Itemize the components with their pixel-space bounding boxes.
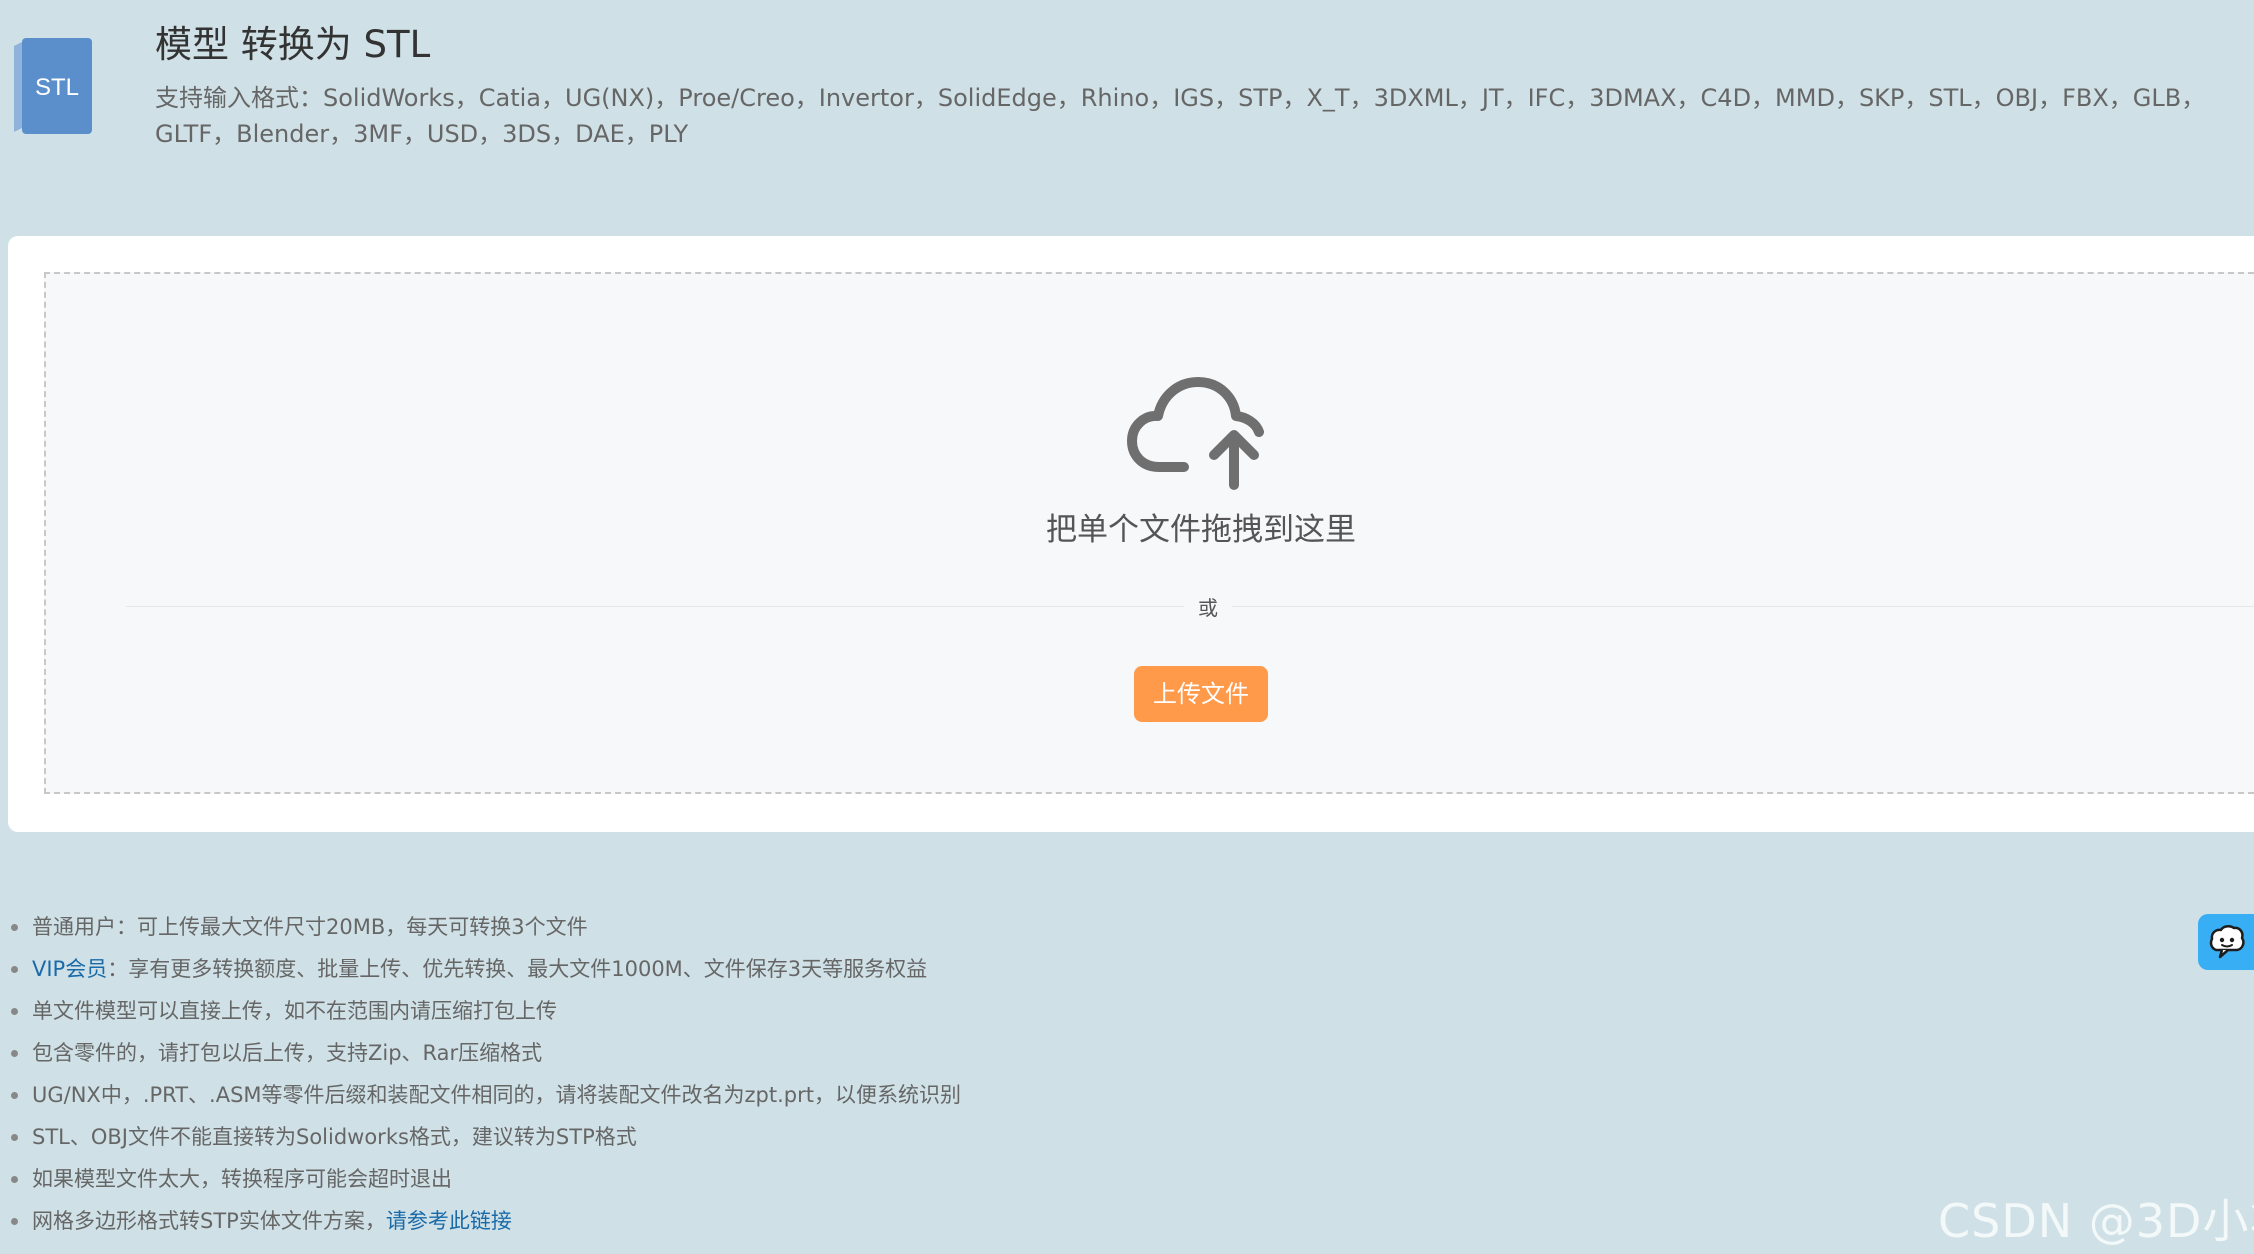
list-item: VIP会员：享有更多转换额度、批量上传、优先转换、最大文件1000M、文件保存3… (0, 948, 961, 990)
list-item: 网格多边形格式转STP实体文件方案，请参考此链接 (0, 1200, 961, 1242)
drop-text: 把单个文件拖拽到这里 (1046, 512, 1356, 548)
stl-file-icon: STL (8, 34, 98, 144)
file-drop-zone[interactable]: 把单个文件拖拽到这里 或 上传文件 (44, 272, 2254, 794)
chat-bot-icon (2209, 925, 2245, 959)
list-item: 包含零件的，请打包以后上传，支持Zip、Rar压缩格式 (0, 1032, 961, 1074)
reference-link[interactable]: 请参考此链接 (386, 1209, 512, 1233)
info-list: 普通用户：可上传最大文件尺寸20MB，每天可转换3个文件 VIP会员：享有更多转… (0, 906, 961, 1242)
list-item: UG/NX中，.PRT、.ASM等零件后缀和装配文件相同的，请将装配文件改名为z… (0, 1074, 961, 1116)
list-item: 单文件模型可以直接上传，如不在范围内请压缩打包上传 (0, 990, 961, 1032)
page-header: STL 模型 转换为 STL 支持输入格式：SolidWorks，Catia，U… (0, 0, 2254, 220)
list-item: 如果模型文件太大，转换程序可能会超时退出 (0, 1158, 961, 1200)
cloud-upload-icon (1126, 374, 1276, 494)
page-title: 模型 转换为 STL (155, 23, 431, 66)
watermark: CSDN @3D小将 (1938, 1194, 2254, 1248)
logo-text: STL (35, 74, 79, 101)
upload-card: 把单个文件拖拽到这里 或 上传文件 (8, 236, 2254, 832)
vip-member-link[interactable]: VIP会员 (32, 957, 107, 981)
list-item: 普通用户：可上传最大文件尺寸20MB，每天可转换3个文件 (0, 906, 961, 948)
divider-or: 或 (1184, 592, 1232, 621)
help-chat-button[interactable] (2198, 914, 2254, 970)
upload-file-button[interactable]: 上传文件 (1134, 666, 1268, 722)
supported-formats: 支持输入格式：SolidWorks，Catia，UG(NX)，Proe/Creo… (155, 84, 2206, 148)
list-item: STL、OBJ文件不能直接转为Solidworks格式，建议转为STP格式 (0, 1116, 961, 1158)
